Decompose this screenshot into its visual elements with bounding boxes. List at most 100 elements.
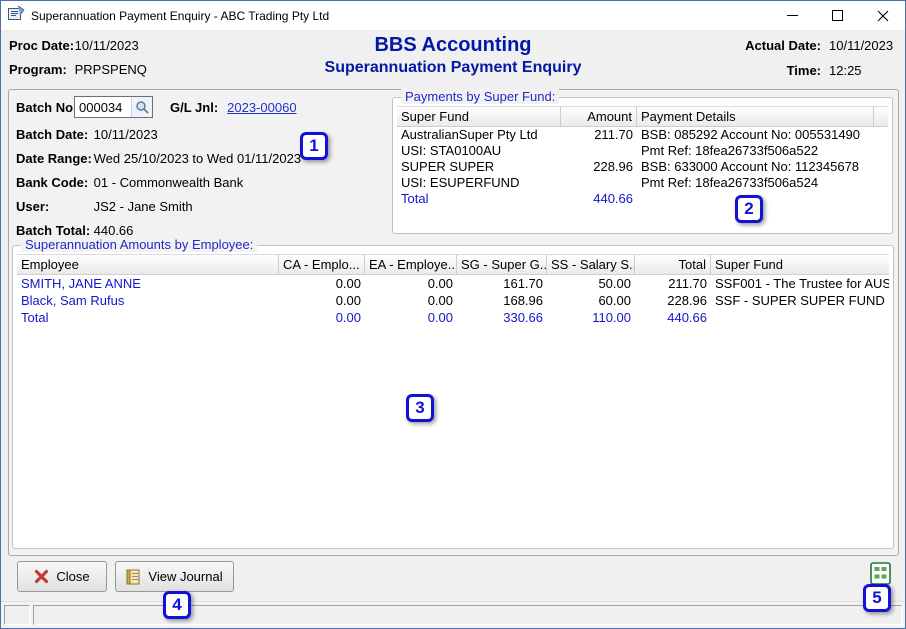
bank-code-row: Bank Code: 01 - Commonwealth Bank [16,175,243,190]
employee-ea: 0.00 [365,292,457,309]
emp-col-total[interactable]: Total [635,255,711,274]
gl-journal-link[interactable]: 2023-00060 [227,100,296,115]
payments-row[interactable]: AustralianSuper Pty Ltd 211.70 BSB: 0852… [397,127,888,143]
employees-total-row: Total 0.00 0.00 330.66 110.00 440.66 [17,309,889,326]
magnifier-icon [135,100,149,114]
employee-fund: SSF001 - The Trustee for AUS... [711,275,889,292]
employee-ss: 50.00 [547,275,635,292]
payments-groupbox: Payments by Super Fund: Super Fund Amoun… [392,97,893,234]
employee-name: SMITH, JANE ANNE [17,275,279,292]
employees-total-total: 440.66 [635,309,711,326]
payments-row[interactable]: USI: STA0100AU Pmt Ref: 18fea26733f506a5… [397,143,888,159]
program-value: PRPSPENQ [75,62,147,77]
employees-total-fund [711,309,889,326]
batch-total-row: Batch Total: 440.66 [16,223,133,238]
employee-ss: 60.00 [547,292,635,309]
actual-date-value: 10/11/2023 [829,38,895,53]
annotation-badge-4: 4 [163,591,191,619]
header-center: BBS Accounting Superannuation Payment En… [181,34,725,77]
header-left: Proc Date: 10/11/2023 Program: PRPSPENQ [9,38,147,86]
employees-total-ca: 0.00 [279,309,365,326]
app-icon [8,5,25,26]
batch-lookup-button[interactable] [131,97,152,117]
batch-no-input[interactable] [75,98,131,116]
batch-total-value: 440.66 [94,223,134,238]
payment-row-spacer [874,159,888,175]
payment-amount [561,175,637,191]
maximize-button[interactable] [815,1,860,30]
batch-date-value: 10/11/2023 [94,127,158,142]
proc-date-label: Proc Date: [9,38,71,53]
date-range-value: Wed 25/10/2023 to Wed 01/11/2023 [94,151,301,166]
employees-total-ss: 110.00 [547,309,635,326]
view-journal-button-label: View Journal [148,569,222,584]
journal-icon [126,569,141,585]
batch-no-field [74,96,153,118]
view-journal-button[interactable]: View Journal [115,561,234,592]
employee-sg: 168.96 [457,292,547,309]
payment-details: Pmt Ref: 18fea26733f506a524 [637,175,874,191]
emp-col-sg[interactable]: SG - Super G... [457,255,547,274]
employee-fund: SSF - SUPER SUPER FUND [711,292,889,309]
emp-col-super-fund[interactable]: Super Fund [711,255,889,274]
minimize-button[interactable] [770,1,815,30]
proc-date-value: 10/11/2023 [75,38,139,53]
gl-jnl-label: G/L Jnl: [170,100,218,115]
payment-fund: AustralianSuper Pty Ltd [397,127,561,143]
payment-row-spacer [874,127,888,143]
batch-no-row: Batch No: G/L Jnl: 2023-00060 [16,96,297,118]
payment-amount: 211.70 [561,127,637,143]
employee-row[interactable]: SMITH, JANE ANNE 0.00 0.00 161.70 50.00 … [17,275,889,292]
payments-row[interactable]: USI: ESUPERFUND Pmt Ref: 18fea26733f506a… [397,175,888,191]
app-window: Superannuation Payment Enquiry - ABC Tra… [0,0,906,629]
payments-col-super-fund[interactable]: Super Fund [397,107,561,126]
bank-code-value: 01 - Commonwealth Bank [94,175,244,190]
employee-ea: 0.00 [365,275,457,292]
emp-col-ss[interactable]: SS - Salary S... [547,255,635,274]
payments-col-amount[interactable]: Amount [561,107,637,126]
minimize-icon [787,10,798,21]
employees-table-header: Employee CA - Emplo... EA - Employe... S… [17,254,889,275]
payment-fund: USI: STA0100AU [397,143,561,159]
payment-details: Pmt Ref: 18fea26733f506a522 [637,143,874,159]
date-range-row: Date Range: Wed 25/10/2023 to Wed 01/11/… [16,151,301,166]
payments-table: Super Fund Amount Payment Details Austra… [397,106,888,207]
time-value: 12:25 [829,63,895,78]
employees-table: Employee CA - Emplo... EA - Employe... S… [17,254,889,326]
close-window-button[interactable] [860,1,905,30]
maximize-icon [832,10,843,21]
annotation-badge-2: 2 [735,195,763,223]
bank-code-label: Bank Code: [16,175,90,190]
payments-row[interactable]: SUPER SUPER 228.96 BSB: 633000 Account N… [397,159,888,175]
payments-col-payment-details[interactable]: Payment Details [637,107,874,126]
emp-col-employee[interactable]: Employee [17,255,279,274]
window-controls [770,1,905,30]
status-cell-left [4,605,30,625]
app-title: BBS Accounting [181,34,725,57]
employee-ca: 0.00 [279,275,365,292]
employee-row[interactable]: Black, Sam Rufus 0.00 0.00 168.96 60.00 … [17,292,889,309]
actual-date-label: Actual Date: [745,38,821,53]
payments-total-label: Total [397,191,561,207]
excel-icon [870,562,891,585]
close-icon [877,10,889,22]
payment-details: BSB: 085292 Account No: 005531490 [637,127,874,143]
employees-total-ea: 0.00 [365,309,457,326]
batch-total-label: Batch Total: [16,223,90,238]
employees-total-label: Total [17,309,279,326]
employees-total-sg: 330.66 [457,309,547,326]
emp-col-ea[interactable]: EA - Employe... [365,255,457,274]
user-value: JS2 - Jane Smith [94,199,193,214]
payment-row-spacer [874,143,888,159]
payments-table-header: Super Fund Amount Payment Details [397,106,888,127]
close-button[interactable]: Close [17,561,107,592]
batch-date-row: Batch Date: 10/11/2023 [16,127,158,142]
employee-total: 211.70 [635,275,711,292]
time-label: Time: [745,63,821,78]
emp-col-ca[interactable]: CA - Emplo... [279,255,365,274]
title-bar: Superannuation Payment Enquiry - ABC Tra… [1,1,905,31]
export-excel-button[interactable] [867,559,893,587]
payments-total-row: Total 440.66 [397,191,888,207]
annotation-badge-3: 3 [406,394,434,422]
user-label: User: [16,199,90,214]
